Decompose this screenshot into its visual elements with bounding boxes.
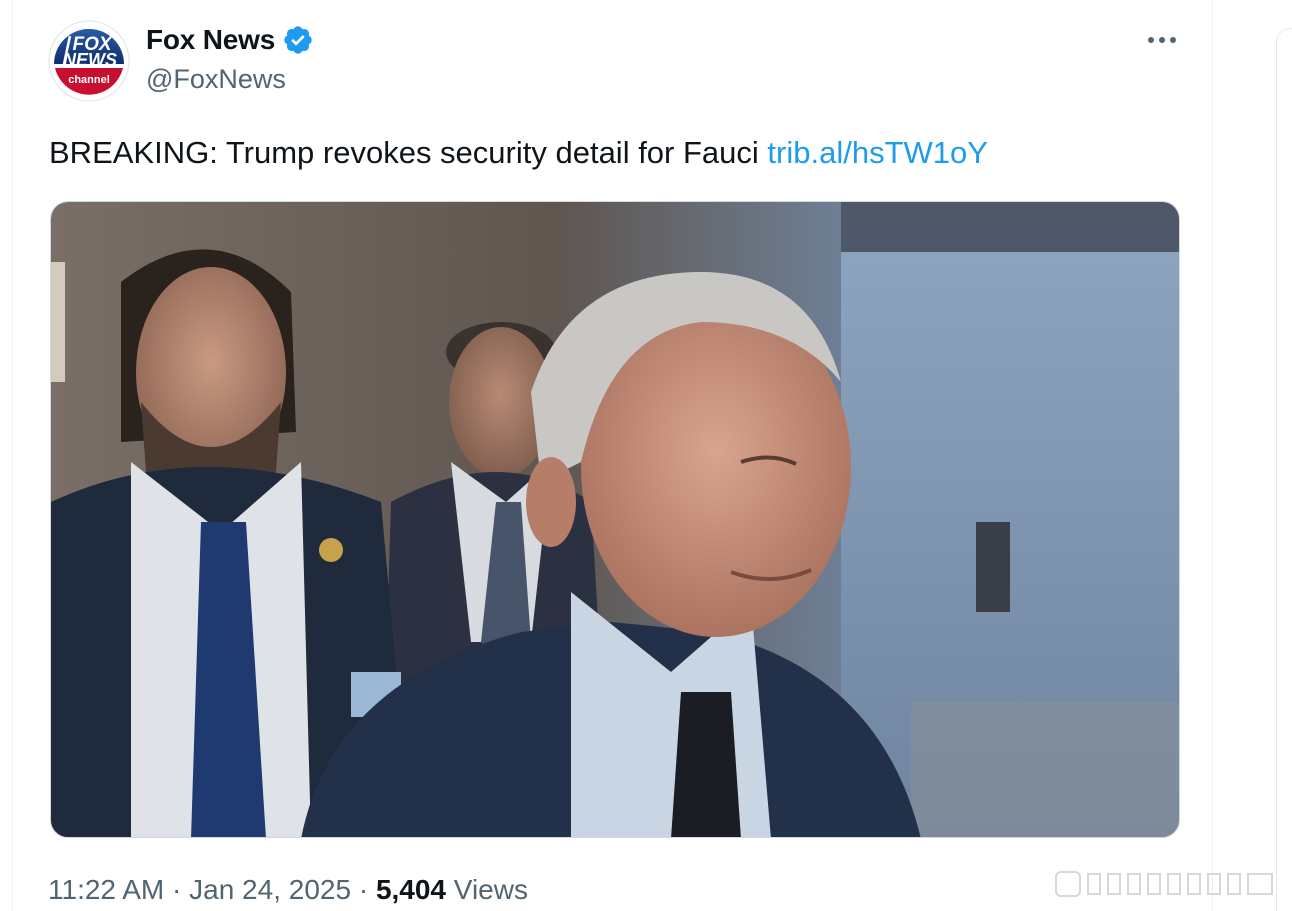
more-horizontal-icon <box>1148 37 1176 43</box>
meta-separator: · <box>351 874 376 905</box>
meta-separator: · <box>164 874 190 905</box>
author-name-row[interactable]: Fox News <box>146 24 314 56</box>
logo-line-2: NEWS <box>63 50 117 70</box>
photo-illustration <box>51 202 1179 837</box>
tweet-photo[interactable] <box>50 201 1180 838</box>
views-label: Views <box>446 874 528 905</box>
watermark-logo-icon <box>1055 871 1273 897</box>
adjacent-panel-edge <box>1276 28 1292 911</box>
verified-badge-icon[interactable] <box>282 24 314 56</box>
tweet-metadata: 11:22 AM · Jan 24, 2025 · 5,404 Views <box>48 874 528 906</box>
column-divider-left <box>12 0 13 911</box>
fox-news-logo-icon: FOX NEWS channel <box>48 20 130 102</box>
author-handle[interactable]: @FoxNews <box>146 64 286 95</box>
avatar[interactable]: FOX NEWS channel <box>48 20 130 102</box>
tweet-text: BREAKING: Trump revokes security detail … <box>49 134 988 172</box>
tweet-page: FOX NEWS channel Fox News @FoxNews BREAK… <box>0 0 1292 911</box>
column-divider-right <box>1212 0 1213 911</box>
tweet-date[interactable]: Jan 24, 2025 <box>189 874 351 905</box>
logo-line-3: channel <box>68 74 110 86</box>
author-display-name[interactable]: Fox News <box>146 24 275 56</box>
tweet-link[interactable]: trib.al/hsTW1oY <box>767 135 988 170</box>
tweet-time[interactable]: 11:22 AM <box>48 874 164 905</box>
views-count: 5,404 <box>375 874 447 905</box>
tweet-body-text: BREAKING: Trump revokes security detail … <box>49 135 768 170</box>
more-options-button[interactable] <box>1140 24 1184 56</box>
